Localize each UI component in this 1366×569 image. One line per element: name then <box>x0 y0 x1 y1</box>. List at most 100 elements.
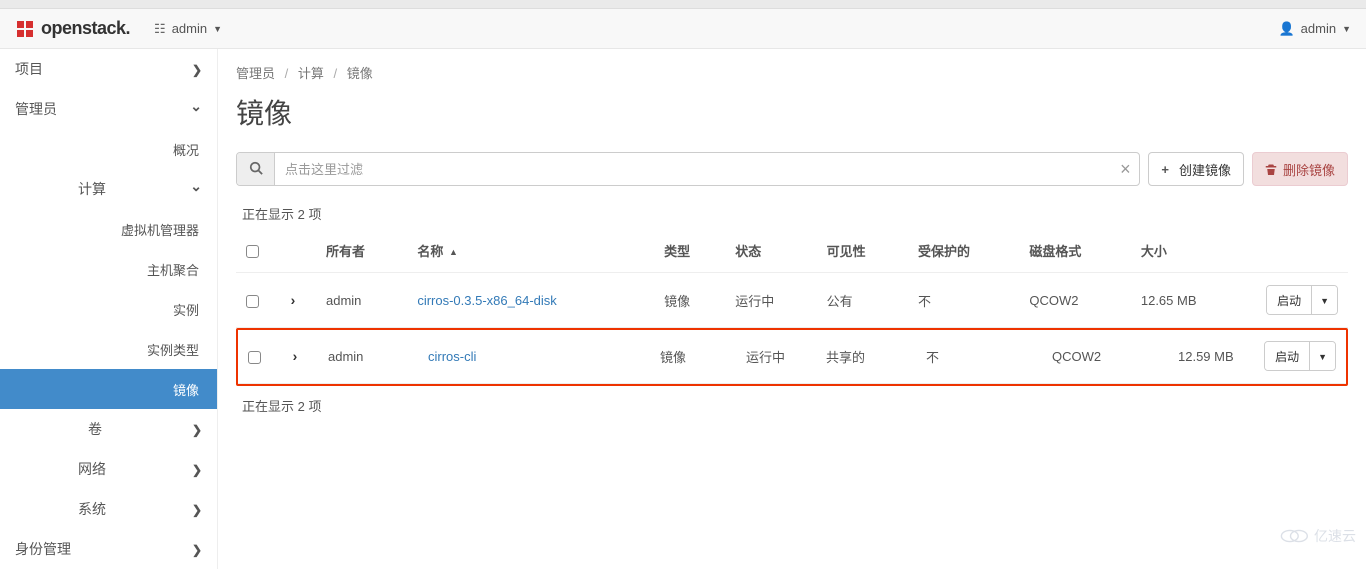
sidebar-label: 网络 <box>78 459 106 479</box>
sort-asc-icon: ▲ <box>449 247 458 257</box>
caret-down-icon: ▼ <box>213 24 222 34</box>
images-table: 所有者 名称 ▲ 类型 状态 可见性 受保护的 磁盘格式 大小 <box>236 229 1348 328</box>
sidebar-item-instances[interactable]: 实例 <box>0 289 217 329</box>
sidebar-item-label: 虚拟机管理器 <box>121 220 199 239</box>
sidebar-group-admin[interactable]: 管理员 <box>0 89 217 129</box>
urlbar-placeholder <box>0 0 1366 9</box>
chevron-right-icon <box>192 501 202 517</box>
search-button[interactable] <box>237 153 275 185</box>
chevron-down-icon <box>190 181 202 198</box>
row-checkbox[interactable] <box>248 351 261 364</box>
col-type[interactable]: 类型 <box>654 229 725 273</box>
sidebar-item-images[interactable]: 镜像 <box>0 369 217 409</box>
create-image-button[interactable]: 创建镜像 <box>1148 152 1244 186</box>
breadcrumb-sep: / <box>334 66 338 81</box>
brand-name: openstack. <box>41 18 130 38</box>
brand-logo[interactable]: openstack. <box>15 18 130 39</box>
main-content: 管理员 / 计算 / 镜像 镜像 × 创建镜像 <box>218 49 1366 569</box>
caret-down-icon: ▼ <box>1342 24 1351 34</box>
breadcrumb-current: 镜像 <box>347 66 373 81</box>
image-link[interactable]: cirros-cli <box>428 349 476 364</box>
sidebar-label: 管理员 <box>15 99 57 119</box>
row-action-dropdown[interactable]: ▼ <box>1309 342 1335 370</box>
cell-visibility: 公有 <box>817 273 908 328</box>
row-action-group: 启动 ▼ <box>1264 341 1336 371</box>
chevron-right-icon <box>192 61 202 77</box>
sidebar-subgroup-networks[interactable]: 网络 <box>0 449 217 489</box>
breadcrumb: 管理员 / 计算 / 镜像 <box>236 63 1348 82</box>
user-menu[interactable]: 👤 admin ▼ <box>1278 21 1351 37</box>
cell-size: 12.65 MB <box>1131 273 1248 328</box>
button-label: 创建镜像 <box>1179 160 1231 179</box>
launch-button[interactable]: 启动 <box>1267 286 1311 314</box>
row-action-dropdown[interactable]: ▼ <box>1311 286 1337 314</box>
sidebar-item-label: 实例 <box>173 300 199 319</box>
table-row: › admin cirros-0.3.5-x86_64-disk 镜像 运行中 … <box>236 273 1348 328</box>
sidebar-label: 身份管理 <box>15 539 71 559</box>
col-size[interactable]: 大小 <box>1131 229 1248 273</box>
breadcrumb-sep: / <box>285 66 289 81</box>
clear-filter-button[interactable]: × <box>1111 153 1139 185</box>
sidebar-item-label: 主机聚合 <box>147 260 199 279</box>
expand-row-icon[interactable]: › <box>286 292 300 308</box>
navbar: openstack. ☷ admin ▼ 👤 admin ▼ <box>0 9 1366 49</box>
col-visibility[interactable]: 可见性 <box>817 229 908 273</box>
delete-image-button[interactable]: 删除镜像 <box>1252 152 1348 186</box>
sidebar-item-overview[interactable]: 概况 <box>0 129 217 169</box>
button-label: 删除镜像 <box>1283 160 1335 179</box>
sidebar-label: 项目 <box>15 59 43 79</box>
project-selector[interactable]: ☷ admin ▼ <box>154 21 222 37</box>
col-name[interactable]: 名称 ▲ <box>407 229 654 273</box>
sidebar-subgroup-system[interactable]: 系统 <box>0 489 217 529</box>
sidebar-label: 卷 <box>88 419 102 439</box>
image-link[interactable]: cirros-0.3.5-x86_64-disk <box>417 293 556 308</box>
sidebar-item-label: 实例类型 <box>147 340 199 359</box>
openstack-icon <box>15 19 35 39</box>
sidebar-item-label: 概况 <box>173 140 199 159</box>
breadcrumb-compute[interactable]: 计算 <box>298 66 324 81</box>
caret-down-icon: ▼ <box>1318 352 1327 362</box>
col-protected[interactable]: 受保护的 <box>908 229 1019 273</box>
breadcrumb-admin[interactable]: 管理员 <box>236 66 275 81</box>
launch-button[interactable]: 启动 <box>1265 342 1309 370</box>
sidebar-subgroup-volumes[interactable]: 卷 <box>0 409 217 449</box>
trash-icon <box>1265 163 1277 175</box>
sidebar-item-hypervisors[interactable]: 虚拟机管理器 <box>0 209 217 249</box>
col-status[interactable]: 状态 <box>725 229 816 273</box>
cell-disk-format: QCOW2 <box>1019 273 1130 328</box>
col-owner[interactable]: 所有者 <box>316 229 407 273</box>
col-disk-format[interactable]: 磁盘格式 <box>1019 229 1130 273</box>
page-title: 镜像 <box>236 92 1348 132</box>
expand-row-icon[interactable]: › <box>288 348 302 364</box>
select-all-checkbox[interactable] <box>246 245 259 258</box>
sidebar-item-label: 镜像 <box>173 380 199 399</box>
cell-type: 镜像 <box>654 273 725 328</box>
sidebar-group-project[interactable]: 项目 <box>0 49 217 89</box>
user-icon: 👤 <box>1278 21 1294 37</box>
sidebar-group-identity[interactable]: 身份管理 <box>0 529 217 569</box>
cell-type: 镜像 <box>650 329 736 384</box>
chevron-right-icon <box>192 461 202 477</box>
user-menu-label: admin <box>1301 21 1336 36</box>
plus-icon <box>1161 162 1173 177</box>
cell-visibility: 共享的 <box>816 329 916 384</box>
cell-status: 运行中 <box>725 273 816 328</box>
chevron-right-icon <box>192 421 202 437</box>
col-name-label: 名称 <box>417 244 443 259</box>
sidebar: 项目 管理员 概况 计算 虚拟机管理器 主机聚合 实例 实例类型 镜像 <box>0 49 218 569</box>
row-count-top: 正在显示 2 项 <box>242 204 1348 223</box>
sidebar-item-flavors[interactable]: 实例类型 <box>0 329 217 369</box>
toolbar: × 创建镜像 删除镜像 <box>236 152 1348 186</box>
sidebar-item-aggregates[interactable]: 主机聚合 <box>0 249 217 289</box>
chevron-right-icon <box>192 541 202 557</box>
row-checkbox[interactable] <box>246 295 259 308</box>
search-icon <box>249 161 263 178</box>
sidebar-subgroup-compute[interactable]: 计算 <box>0 169 217 209</box>
cell-size: 12.59 MB <box>1168 329 1246 384</box>
cell-protected: 不 <box>916 329 1042 384</box>
row-count-bottom: 正在显示 2 项 <box>242 396 1348 415</box>
cell-status: 运行中 <box>736 329 816 384</box>
sidebar-label: 系统 <box>78 499 106 519</box>
caret-down-icon: ▼ <box>1320 296 1329 306</box>
filter-input[interactable] <box>275 153 1111 185</box>
